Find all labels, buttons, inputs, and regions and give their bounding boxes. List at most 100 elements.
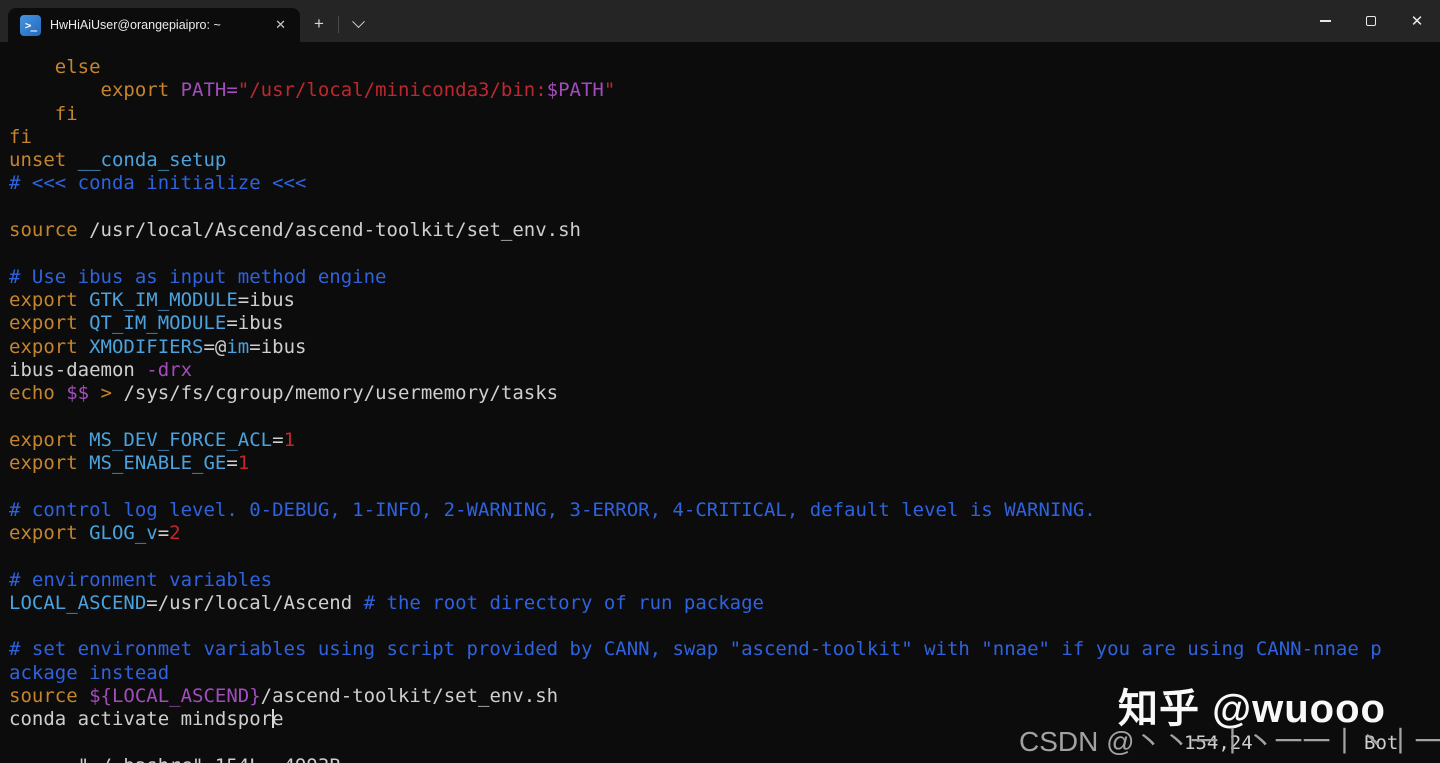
terminal-line: unset __conda_setup <box>9 149 1440 172</box>
code-token: im <box>226 335 250 358</box>
code-token: =@ <box>203 335 227 358</box>
chevron-down-icon <box>351 14 365 28</box>
vim-file-info: "~/.bashrc" 154L, 4993B <box>78 755 341 763</box>
terminal-line: ibus-daemon -drx <box>9 359 1440 382</box>
code-token: -drx <box>146 358 193 381</box>
terminal-line: # environment variables <box>9 569 1440 592</box>
code-token: GLOG_v <box>89 521 158 544</box>
code-token: 1 <box>237 452 250 475</box>
new-tab-button[interactable]: + <box>300 6 338 42</box>
maximize-button[interactable] <box>1348 0 1394 42</box>
code-token: # control log level. 0-DEBUG, 1-INFO, 2-… <box>9 498 1096 521</box>
terminal-line: LOCAL_ASCEND=/usr/local/Ascend # the roo… <box>9 592 1440 615</box>
code-token: # environment variables <box>9 568 273 591</box>
tab-dropdown-button[interactable] <box>339 6 377 42</box>
terminal-line: fi <box>9 103 1440 126</box>
code-token: # the root directory of run package <box>363 591 764 614</box>
code-token: ackage instead <box>9 661 170 684</box>
code-token: 1 <box>283 428 296 451</box>
terminal-tab[interactable]: >_ HwHiAiUser@orangepiaipro: ~ ✕ <box>8 8 300 42</box>
code-token: /ascend-toolkit/set_env.sh <box>260 685 559 708</box>
code-token: source <box>9 219 90 242</box>
code-token: /usr/local/Ascend/ascend-toolkit/set_env… <box>89 219 581 242</box>
terminal-viewport[interactable]: else export PATH="/usr/local/miniconda3/… <box>0 42 1440 763</box>
code-token: =ibus <box>237 288 295 311</box>
code-token: # <<< conda initialize <<< <box>9 172 307 195</box>
close-icon: ✕ <box>1410 12 1424 30</box>
code-token: = <box>226 452 238 475</box>
code-token: 2 <box>169 521 181 544</box>
code-token: =/usr/local/Ascend <box>146 591 364 614</box>
code-token: export <box>9 521 90 544</box>
minimize-button[interactable] <box>1302 0 1348 42</box>
terminal-line: # control log level. 0-DEBUG, 1-INFO, 2-… <box>9 499 1440 522</box>
code-token: source <box>9 685 90 708</box>
code-token: export <box>9 428 90 451</box>
code-token: fi <box>9 125 32 148</box>
code-token: =ibus <box>249 335 307 358</box>
code-token: export <box>9 288 90 311</box>
terminal-window: >_ HwHiAiUser@orangepiaipro: ~ ✕ + ✕ els… <box>0 0 1440 763</box>
code-token: else <box>9 56 101 78</box>
code-token: MS_DEV_FORCE_ACL <box>89 428 273 451</box>
code-token: LOCAL_ASCEND <box>9 591 147 614</box>
code-token: # set environmet variables using script … <box>9 638 1382 661</box>
terminal-line: export PATH="/usr/local/miniconda3/bin:$… <box>9 79 1440 102</box>
code-token: = <box>157 521 170 544</box>
code-token: ${LOCAL_ASCEND} <box>89 685 261 708</box>
code-token: GTK_IM_MODULE <box>89 288 238 311</box>
terminal-line: # Use ibus as input method engine <box>9 266 1440 289</box>
vim-buffer: else export PATH="/usr/local/miniconda3/… <box>9 56 1440 732</box>
code-token: unset <box>9 149 78 172</box>
code-token: $PATH <box>546 79 604 102</box>
code-token: $$ <box>66 382 90 405</box>
code-token: XMODIFIERS <box>89 335 204 358</box>
terminal-line: export GLOG_v=2 <box>9 522 1440 545</box>
maximize-icon <box>1366 16 1376 26</box>
code-token: e <box>272 708 284 731</box>
code-token: PATH= <box>180 79 238 102</box>
tab-close-icon[interactable]: ✕ <box>271 15 290 35</box>
code-token: > <box>100 382 112 405</box>
terminal-line: fi <box>9 126 1440 149</box>
terminal-line: else <box>9 56 1440 79</box>
code-token: export <box>9 79 181 102</box>
terminal-line: # set environmet variables using script … <box>9 638 1440 661</box>
terminal-line: export MS_ENABLE_GE=1 <box>9 452 1440 475</box>
code-token: export <box>9 452 90 475</box>
code-token: MS_ENABLE_GE <box>89 452 227 475</box>
code-token: /sys/fs/cgroup/memory/usermemory/tasks <box>112 382 559 405</box>
code-token: ibus-daemon <box>9 358 147 381</box>
csdn-watermark: CSDN @丶丶一丨丶一一丨丶丨一 <box>1019 726 1440 757</box>
code-token: " <box>603 79 616 102</box>
code-token: QT_IM_MODULE <box>89 312 227 335</box>
tab-title: HwHiAiUser@orangepiaipro: ~ <box>50 18 221 32</box>
code-token: = <box>272 428 284 451</box>
terminal-line: export QT_IM_MODULE=ibus <box>9 312 1440 335</box>
terminal-line: export GTK_IM_MODULE=ibus <box>9 289 1440 312</box>
code-token: __conda_setup <box>77 149 227 172</box>
code-token: "/usr/local/miniconda3/bin: <box>237 79 547 102</box>
terminal-line: source /usr/local/Ascend/ascend-toolkit/… <box>9 219 1440 242</box>
title-bar: >_ HwHiAiUser@orangepiaipro: ~ ✕ + ✕ <box>0 0 1440 42</box>
minimize-icon <box>1319 20 1331 22</box>
terminal-line: echo $$ > /sys/fs/cgroup/memory/usermemo… <box>9 382 1440 405</box>
terminal-line: export XMODIFIERS=@im=ibus <box>9 336 1440 359</box>
code-token: conda activate mindspor <box>9 708 273 731</box>
code-token: export <box>9 312 90 335</box>
code-token: export <box>9 335 90 358</box>
windows-terminal-icon: >_ <box>20 14 41 36</box>
terminal-line: # <<< conda initialize <<< <box>9 172 1440 195</box>
code-token: echo <box>9 382 67 405</box>
code-token: # Use ibus as input method engine <box>9 265 387 288</box>
window-controls: ✕ <box>1302 0 1440 42</box>
terminal-line: export MS_DEV_FORCE_ACL=1 <box>9 429 1440 452</box>
code-token: =ibus <box>226 312 284 335</box>
close-button[interactable]: ✕ <box>1394 0 1440 42</box>
